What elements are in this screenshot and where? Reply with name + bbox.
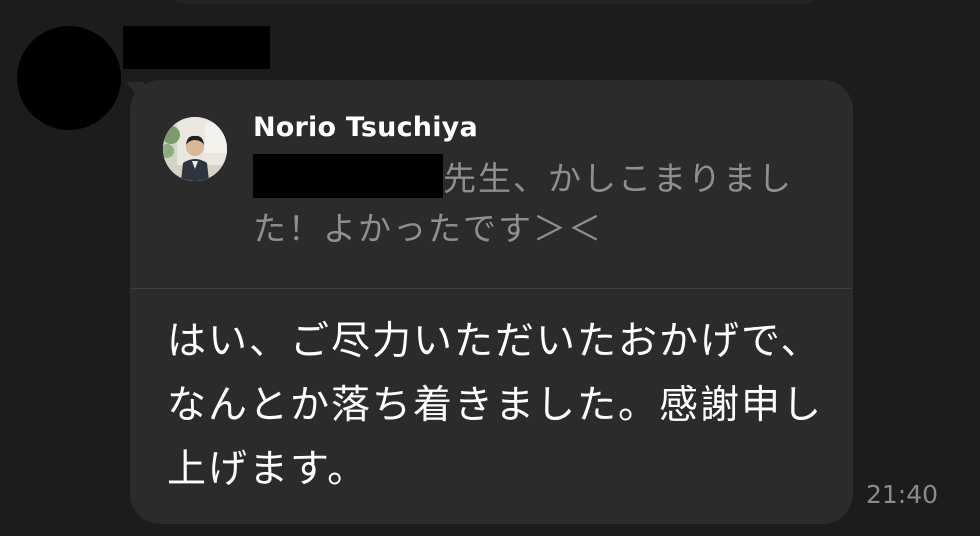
message-timestamp: 21:40 <box>866 480 939 509</box>
sender-avatar[interactable] <box>17 26 121 130</box>
message-bubble[interactable]: Norio Tsuchiya 先生、かしこまりました！よかったです＞＜ はい、ご… <box>130 80 853 524</box>
message-text: はい、ご尽力いただいたおかげで、なんとか落ち着きました。感謝申し上げます。 <box>167 319 824 492</box>
quote-divider <box>130 288 853 289</box>
chat-screen: Norio Tsuchiya 先生、かしこまりました！よかったです＞＜ はい、ご… <box>0 0 980 536</box>
quoted-reply[interactable]: Norio Tsuchiya 先生、かしこまりました！よかったです＞＜ <box>130 80 853 288</box>
previous-message-bubble <box>170 0 820 4</box>
quote-author-name: Norio Tsuchiya <box>253 112 478 143</box>
redacted-name <box>253 154 443 198</box>
sender-name-redacted <box>123 26 270 69</box>
quote-author-avatar <box>163 117 227 181</box>
quoted-message-text: 先生、かしこまりました！よかったです＞＜ <box>253 154 813 254</box>
